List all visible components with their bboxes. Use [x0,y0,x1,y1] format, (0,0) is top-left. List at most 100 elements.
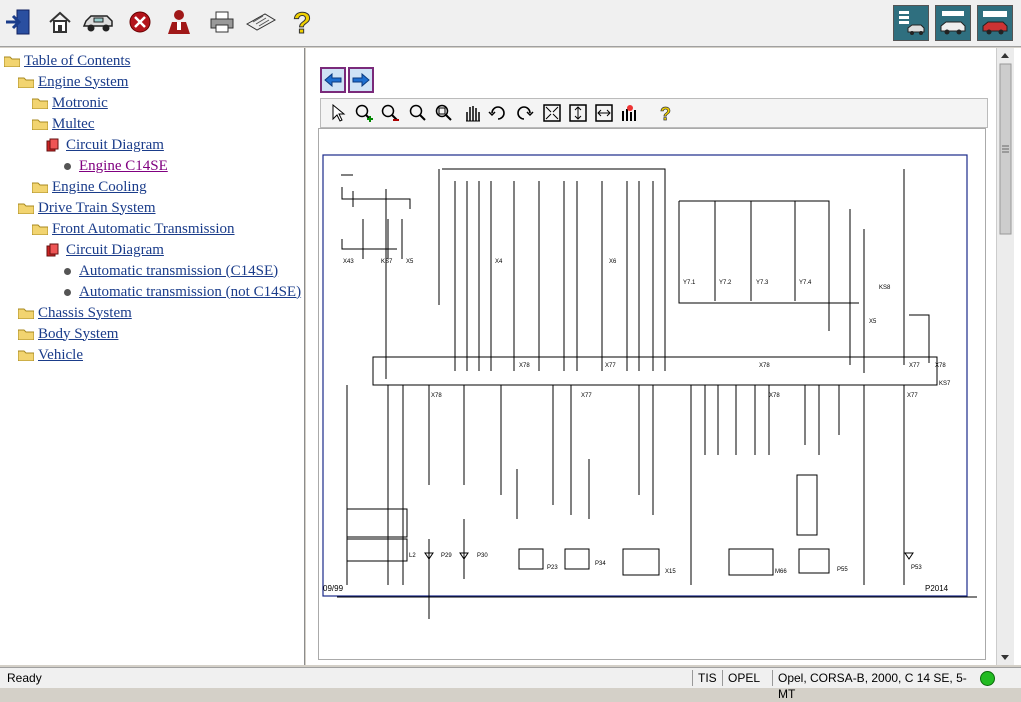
diagram-pane: ? X43 KS7 X5 X4 X6 Y7.1 Y7.2 Y7.3 Y7.4 K… [306,48,1021,665]
diagram-label-y7-1: Y7.1 [683,280,696,286]
tree-item-drive-train[interactable]: Drive Train System [17,198,156,218]
stop-icon[interactable] [124,6,156,38]
vehicle-icon[interactable] [82,6,114,38]
keyboard-icon[interactable] [245,6,277,38]
folder-icon [17,349,35,362]
tree-item-label[interactable]: Drive Train System [38,200,156,217]
diagram-label-y7-2: Y7.2 [719,280,732,286]
tree-item-at-not-c14se[interactable]: Automatic transmission (not C14SE) [60,282,301,302]
tree-item-label[interactable]: Motronic [52,95,108,112]
diagram-label-x77: X77 [605,363,616,369]
diagram-label-x77-d: X77 [907,393,918,399]
table-of-contents-tree: Table of Contents Engine System Motronic… [0,48,305,665]
tree-item-label[interactable]: Multec [52,116,95,133]
car-select-icon[interactable] [977,5,1013,41]
diagram-label-x78-b: X78 [759,363,770,369]
folder-icon [31,223,49,236]
user-icon[interactable] [163,6,195,38]
folder-icon [17,202,35,215]
tree-item-label[interactable]: Table of Contents [24,53,130,70]
status-text: Ready [7,671,42,685]
tree-item-label[interactable]: Engine C14SE [79,158,168,175]
diagram-label-x78-e: X78 [769,393,780,399]
tree-item-multec[interactable]: Multec [31,114,95,134]
diagram-label-p30: P30 [477,553,488,559]
diagram-label-x78-c: X78 [935,363,946,369]
diagram-label-p55: P55 [837,567,848,573]
book-icon [46,243,60,257]
fit-width-icon[interactable] [593,102,615,124]
rotate-right-icon[interactable] [513,102,535,124]
tree-item-label[interactable]: Chassis System [38,305,132,322]
diagram-label-p23: P23 [547,565,558,571]
tree-item-engine-cooling[interactable]: Engine Cooling [31,177,147,197]
tree-item-motronic[interactable]: Motronic [31,93,108,113]
car-list-icon[interactable] [893,5,929,41]
tree-item-engine-system[interactable]: Engine System [17,72,128,92]
tree-item-engine-c14se[interactable]: Engine C14SE [60,156,168,176]
print-icon[interactable] [206,6,238,38]
diagram-label-x4: X4 [495,259,503,265]
help-icon[interactable]: ? [287,6,319,38]
back-arrow-icon[interactable] [320,67,346,93]
tree-item-circuit-diagram-2[interactable]: Circuit Diagram [46,240,164,260]
status-ok-icon [980,671,995,686]
bullet-icon [64,162,71,170]
tree-item-label[interactable]: Automatic transmission (not C14SE) [79,284,301,301]
diagram-page-label: P2014 [925,584,949,593]
highlight-icon[interactable] [619,102,641,124]
tree-item-label[interactable]: Circuit Diagram [66,242,164,259]
main-toolbar: ? [0,0,1021,47]
tree-item-label[interactable]: Front Automatic Transmission [52,221,235,238]
tree-item-label[interactable]: Engine Cooling [52,179,147,196]
zoom-icon[interactable] [407,102,429,124]
fit-height-icon[interactable] [567,102,589,124]
pan-hand-icon[interactable] [461,102,483,124]
tree-item-label[interactable]: Engine System [38,74,128,91]
tree-item-label[interactable]: Automatic transmission (C14SE) [79,263,278,280]
tree-item-front-automatic-transmission[interactable]: Front Automatic Transmission [31,219,235,239]
car-info-icon[interactable] [935,5,971,41]
status-vehicle: Opel, CORSA-B, 2000, C 14 SE, 5-MT [772,670,974,701]
fit-window-icon[interactable] [541,102,563,124]
folder-icon [17,328,35,341]
pointer-icon[interactable] [327,102,349,124]
diagram-label-l2: L2 [409,553,416,559]
tree-item-body-system[interactable]: Body System [17,324,118,344]
forward-arrow-icon[interactable] [348,67,374,93]
exit-icon[interactable] [2,6,34,38]
tree-item-toc[interactable]: Table of Contents [3,51,130,71]
status-bar: Ready TIS OPEL Opel, CORSA-B, 2000, C 14… [0,667,1021,701]
bullet-icon [64,267,71,275]
zoom-out-icon[interactable] [379,102,401,124]
diagram-label-x78-d: X78 [431,393,442,399]
tree-item-circuit-diagram[interactable]: Circuit Diagram [46,135,164,155]
circuit-diagram[interactable]: X43 KS7 X5 X4 X6 Y7.1 Y7.2 Y7.3 Y7.4 KS8… [318,128,986,660]
diagram-label-ks8: KS8 [879,285,891,291]
svg-text:?: ? [293,7,311,37]
zoom-in-icon[interactable] [353,102,375,124]
folder-icon [31,118,49,131]
diagram-label-ks7: KS7 [381,259,393,265]
diagram-label-x5-b: X5 [869,319,877,325]
diagram-label-y7-4: Y7.4 [799,280,812,286]
status-tis: TIS [692,670,724,686]
tree-item-label[interactable]: Vehicle [38,347,83,364]
diagram-label-y7-3: Y7.3 [756,280,769,286]
zoom-area-icon[interactable] [433,102,455,124]
vertical-scrollbar[interactable] [996,48,1014,665]
diagram-label-x77-b: X77 [909,363,920,369]
help-icon[interactable]: ? [655,102,677,124]
tree-item-label[interactable]: Circuit Diagram [66,137,164,154]
tree-item-chassis-system[interactable]: Chassis System [17,303,132,323]
diagram-label-x5: X5 [406,259,414,265]
tree-item-label[interactable]: Body System [38,326,118,343]
rotate-left-icon[interactable] [487,102,509,124]
diagram-label-p53: P53 [911,565,922,571]
home-icon[interactable] [44,6,76,38]
svg-viewer-toolbar: ? [320,98,988,128]
tree-item-at-c14se[interactable]: Automatic transmission (C14SE) [60,261,278,281]
tree-item-vehicle[interactable]: Vehicle [17,345,83,365]
diagram-label-x6: X6 [609,259,617,265]
diagram-label-x78: X78 [519,363,530,369]
